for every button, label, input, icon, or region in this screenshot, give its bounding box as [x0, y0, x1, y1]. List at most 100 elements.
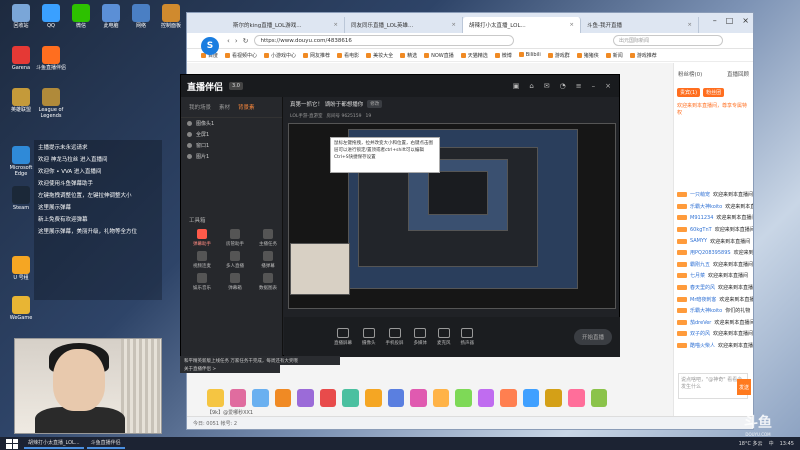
desktop-icon[interactable]: U 号租 [6, 256, 36, 281]
desktop-icon[interactable]: 网络 [126, 4, 156, 29]
desktop-icon[interactable]: 英雄联盟 [6, 88, 36, 113]
tool-button[interactable]: 数据图表 [253, 273, 283, 291]
source-button[interactable]: 扬声器 [461, 328, 474, 346]
bookmark-item[interactable]: 网友推荐 [303, 52, 330, 59]
gift-icon[interactable] [410, 389, 427, 407]
desktop-icon[interactable]: Garena [6, 46, 36, 71]
scene-item[interactable]: 图像头1 [181, 118, 282, 129]
browser-tab-2[interactable]: 同友同乐直播_LOL英雄... × [345, 17, 463, 33]
close-tab-icon[interactable]: × [569, 22, 574, 28]
maximize-icon[interactable]: □ [726, 16, 734, 25]
gift-icon[interactable] [477, 389, 495, 407]
gift-icon[interactable] [545, 389, 562, 407]
tool-button[interactable]: 播弹幕 [253, 251, 283, 269]
browser-tab-1[interactable]: 斯尔的king直播_LOL游戏... × [227, 17, 345, 33]
bookmark-item[interactable]: Bilibili [519, 52, 541, 58]
bookmark-item[interactable]: NOW直播 [424, 52, 454, 59]
desktop-icon[interactable]: Steam [6, 186, 36, 211]
bell-icon[interactable]: ◔ [560, 82, 566, 90]
tab-background[interactable]: 背景素 [238, 103, 255, 111]
gift-icon[interactable] [319, 389, 337, 407]
windows-start-icon[interactable] [6, 438, 18, 449]
bookmark-item[interactable]: 猪猪侠 [577, 52, 599, 59]
gift-icon[interactable] [252, 389, 269, 407]
weather-text[interactable]: 18°C 多云 [739, 440, 763, 447]
close-tab-icon[interactable]: × [687, 22, 692, 28]
close-tab-icon[interactable]: × [333, 22, 338, 28]
back-icon[interactable]: ‹ [227, 37, 230, 45]
source-button[interactable]: 手机投屏 [386, 328, 404, 346]
bookmark-item[interactable]: 看电影 [337, 52, 359, 59]
bookmark-item[interactable]: 游戏推荐 [630, 52, 657, 59]
chat-username[interactable]: 用PQ20839589S [690, 249, 731, 256]
taskbar-item-browser[interactable]: 胡辣打小太直播_LOL... [24, 438, 84, 449]
chat-username[interactable]: 乐霸大神koito [690, 307, 722, 314]
tool-button[interactable]: 主播任务 [253, 229, 283, 247]
gift-icon[interactable] [387, 389, 405, 407]
desktop-icon[interactable]: 回收站 [6, 4, 36, 29]
gift-icon[interactable] [229, 389, 247, 407]
gift-icon[interactable] [500, 389, 517, 407]
rank-tab[interactable]: 粉丝榜(0) [678, 70, 702, 78]
taskbar-item-streamer[interactable]: 斗鱼直播伴侣 [86, 438, 125, 449]
vip-button[interactable]: 贵宾(1) [677, 87, 701, 97]
close-tab-icon[interactable]: × [451, 22, 456, 28]
chat-username[interactable]: 霸刚九五 [690, 261, 710, 268]
chat-username[interactable]: 双子的风 [690, 330, 710, 337]
start-stream-button[interactable]: 开始直播 [573, 329, 612, 345]
mail-icon[interactable]: ✉ [544, 82, 550, 90]
gift-icon[interactable] [455, 389, 472, 407]
shop-icon[interactable]: ⌂ [529, 82, 533, 90]
gift-icon[interactable]: ▣ [513, 82, 520, 90]
visibility-icon[interactable] [187, 132, 192, 137]
bookmark-item[interactable]: 小游戏中心 [264, 52, 296, 59]
about-link[interactable]: 关于直播伴侣 > [180, 365, 280, 373]
close-icon[interactable]: × [742, 16, 749, 25]
tab-scenes[interactable]: 我的场景 [189, 103, 211, 111]
bookmark-item[interactable]: 新闻 [606, 52, 623, 59]
desktop-icon[interactable]: 微信 [66, 4, 96, 29]
gift-icon[interactable] [364, 389, 382, 407]
visibility-icon[interactable] [187, 143, 192, 148]
close-icon[interactable]: × [605, 82, 611, 90]
source-button[interactable]: 麦克风 [437, 328, 451, 346]
bookmark-item[interactable]: 游戏群 [548, 52, 570, 59]
refresh-icon[interactable]: ↻ [243, 37, 249, 45]
chat-username[interactable]: 60kgTnT [690, 227, 712, 233]
search-input[interactable]: 出元国际新闻 [613, 35, 723, 46]
fans-button[interactable]: 粉丝团 [703, 87, 725, 97]
desktop-icon[interactable]: WeGame [6, 296, 36, 321]
browser-logo-icon[interactable]: S [201, 37, 219, 55]
desktop-icon[interactable]: Microsoft Edge [6, 146, 36, 177]
bookmark-item[interactable]: 美妆大全 [366, 52, 393, 59]
desktop-icon[interactable]: 斗鱼直播伴侣 [36, 46, 66, 71]
minimize-icon[interactable]: – [592, 82, 596, 90]
scene-item[interactable]: 窗口1 [181, 140, 282, 151]
chat-username[interactable]: 七月菜 [690, 272, 705, 279]
source-button[interactable]: 直播屏幕 [334, 328, 352, 346]
chat-username[interactable]: Mr暗夜刺客 [690, 296, 716, 303]
send-button[interactable]: 发送 [737, 379, 751, 395]
tool-button[interactable]: 多人直播 [220, 251, 250, 269]
visibility-icon[interactable] [187, 121, 192, 126]
browser-tab-4[interactable]: 斗鱼-我开直播 × [581, 17, 699, 33]
gift-icon[interactable] [342, 389, 359, 407]
category-tag[interactable]: LOL手游-直游室 [290, 113, 323, 119]
gift-icon[interactable] [522, 389, 540, 407]
gift-icon[interactable] [297, 389, 314, 407]
menu-icon[interactable]: ≡ [576, 82, 582, 90]
chat-username[interactable]: 春天里的风 [690, 284, 715, 291]
tool-button[interactable]: 视频连麦 [187, 251, 217, 269]
gift-icon[interactable] [207, 389, 224, 407]
bookmark-item[interactable]: 精选 [400, 52, 417, 59]
desktop-icon[interactable]: 控制面板 [156, 4, 186, 29]
source-button[interactable]: 摄像头 [362, 328, 376, 346]
tool-button[interactable]: 弹幕箱 [220, 273, 250, 291]
tab-materials[interactable]: 素材 [219, 103, 230, 111]
desktop-icon[interactable]: QQ [36, 4, 66, 29]
chat-username[interactable]: 酷喵火柴人 [690, 342, 715, 349]
chat-username[interactable]: 茄dreVer [690, 319, 711, 326]
bookmark-item[interactable]: 天猫精选 [461, 52, 488, 59]
source-button[interactable]: 多媒体 [414, 328, 427, 346]
chat-username[interactable]: SAMYY [690, 238, 707, 244]
